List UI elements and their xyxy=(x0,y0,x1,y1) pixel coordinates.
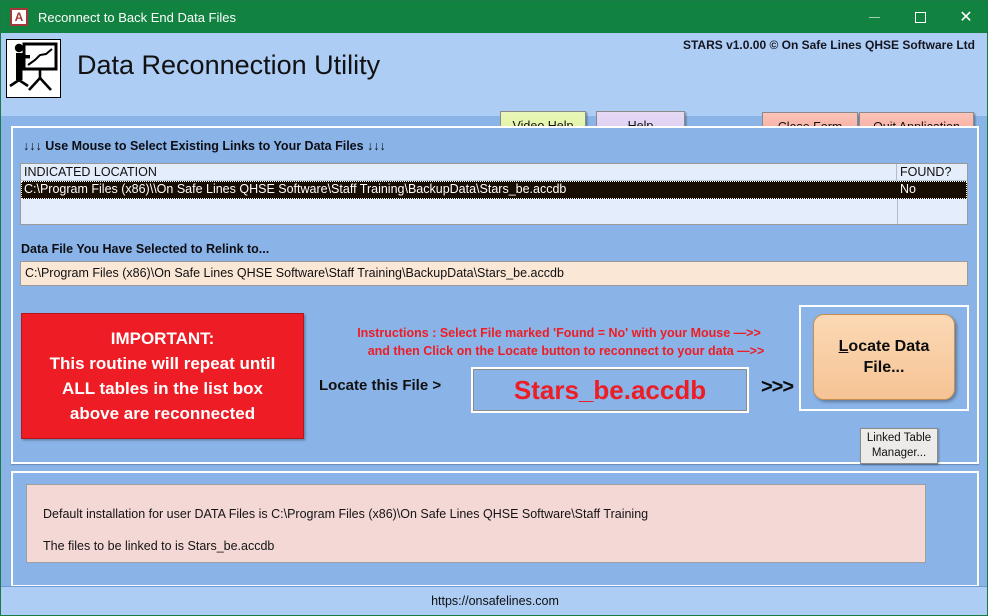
info-line-1: Default installation for user DATA Files… xyxy=(43,507,649,521)
important-line-3: ALL tables in the list box xyxy=(62,379,263,398)
links-listbox[interactable]: INDICATED LOCATION FOUND? C:\Program Fil… xyxy=(20,163,968,225)
close-icon: ✕ xyxy=(959,7,973,26)
locate-data-file-label: Locate Data File... xyxy=(838,338,930,376)
access-app-icon: A xyxy=(10,8,28,26)
relink-label: Data File You Have Selected to Relink to… xyxy=(21,242,270,256)
page-title: Data Reconnection Utility xyxy=(77,50,381,80)
select-links-label: ↓↓↓ Use Mouse to Select Existing Links t… xyxy=(23,139,386,153)
important-line-2: This routine will repeat until xyxy=(49,354,276,373)
listbox-header: INDICATED LOCATION FOUND? xyxy=(21,164,967,181)
table-row[interactable]: C:\Program Files (x86)\\On Safe Lines QH… xyxy=(21,181,967,199)
target-filename-box: Stars_be.accdb xyxy=(473,369,747,411)
info-message-box: Default installation for user DATA Files… xyxy=(26,484,926,563)
maximize-icon xyxy=(914,11,926,23)
listbox-column-divider xyxy=(897,199,898,224)
close-button[interactable]: ✕ xyxy=(943,1,987,33)
column-header-indicated-location: INDICATED LOCATION xyxy=(21,164,897,180)
header-band: Data Reconnection Utility STARS v1.0.00 … xyxy=(1,33,987,141)
pointer-arrows-icon: >>> xyxy=(761,376,794,398)
important-line-4: above are reconnected xyxy=(69,404,256,423)
statusbar: https://onsafelines.com xyxy=(1,586,987,615)
info-line-2: The files to be linked to is Stars_be.ac… xyxy=(43,539,275,553)
selected-path-field[interactable]: C:\Program Files (x86)\On Safe Lines QHS… xyxy=(20,261,968,286)
statusbar-url[interactable]: https://onsafelines.com xyxy=(431,594,559,608)
listbox-empty-area[interactable] xyxy=(21,199,967,224)
presenter-flipchart-icon xyxy=(6,39,61,98)
cell-indicated-location: C:\Program Files (x86)\\On Safe Lines QH… xyxy=(24,182,567,196)
instructions-line-2: and then Click on the Locate button to r… xyxy=(367,344,765,358)
instructions-line-1: Instructions : Select File marked 'Found… xyxy=(357,326,761,340)
linked-table-manager-label: Linked Table Manager... xyxy=(866,432,932,459)
minimize-icon xyxy=(868,16,880,18)
important-line-1: IMPORTANT: xyxy=(110,329,215,348)
locate-this-file-label: Locate this File > xyxy=(319,377,442,394)
column-header-found: FOUND? xyxy=(900,165,952,179)
instructions-text: Instructions : Select File marked 'Found… xyxy=(323,324,795,360)
maximize-button[interactable] xyxy=(897,1,943,33)
linked-table-manager-button[interactable]: Linked Table Manager... xyxy=(860,428,938,464)
important-warning-box: IMPORTANT: This routine will repeat unti… xyxy=(21,313,304,439)
brand-version-label: STARS v1.0.00 © On Safe Lines QHSE Softw… xyxy=(682,38,975,52)
presenter-flipchart-svg xyxy=(9,42,58,91)
main-panel: ↓↓↓ Use Mouse to Select Existing Links t… xyxy=(11,126,979,464)
locate-data-file-button[interactable]: Locate Data File... xyxy=(813,314,955,400)
target-filename-text: Stars_be.accdb xyxy=(513,374,707,405)
window-controls: ✕ xyxy=(851,1,987,33)
window-title: Reconnect to Back End Data Files xyxy=(38,9,236,25)
cell-found: No xyxy=(900,182,916,196)
info-panel: Default installation for user DATA Files… xyxy=(11,471,979,587)
application-window: A Reconnect to Back End Data Files ✕ Dat… xyxy=(0,0,988,616)
titlebar: A Reconnect to Back End Data Files ✕ xyxy=(1,1,987,33)
minimize-button[interactable] xyxy=(851,1,897,33)
